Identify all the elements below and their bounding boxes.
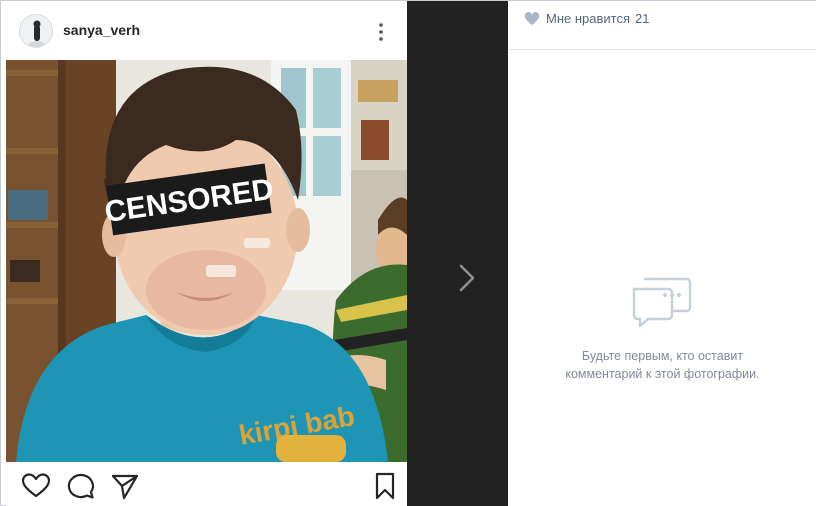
like-button[interactable]: Мне нравится 21: [524, 8, 649, 28]
post-actions: [6, 462, 407, 506]
post-header: sanya_verh: [6, 6, 407, 60]
empty-message-line-1: Будьте первым, кто оставит: [581, 349, 744, 363]
username[interactable]: sanya_verh: [63, 22, 140, 38]
bookmark-icon[interactable]: [370, 472, 400, 500]
comments-empty-message: Будьте первым, кто оставит комментарий к…: [508, 347, 816, 383]
heart-icon: [524, 11, 540, 25]
share-icon[interactable]: [110, 472, 140, 500]
comments-empty-icon: [630, 269, 694, 329]
empty-message-line-2: комментарий к этой фотографии.: [565, 367, 760, 381]
divider: [508, 49, 816, 50]
like-icon[interactable]: [21, 472, 51, 500]
viewer-dark-strip: [407, 1, 508, 506]
post-photo[interactable]: kirpi bab CENSORED: [6, 60, 407, 462]
comments-panel: Мне нравится 21 Будьте первым, кто остав…: [508, 1, 816, 506]
likes-label: Мне нравится: [546, 10, 631, 26]
avatar[interactable]: [19, 14, 53, 48]
chevron-right-icon[interactable]: [456, 263, 478, 293]
photo-viewer: sanya_verh kirpi bab CENSORED Мне нравит…: [0, 0, 816, 506]
comment-icon[interactable]: [65, 472, 95, 500]
more-options-icon[interactable]: [371, 21, 391, 43]
instagram-post-card: sanya_verh kirpi bab CENSORED: [6, 6, 407, 506]
likes-count: 21: [635, 10, 650, 26]
